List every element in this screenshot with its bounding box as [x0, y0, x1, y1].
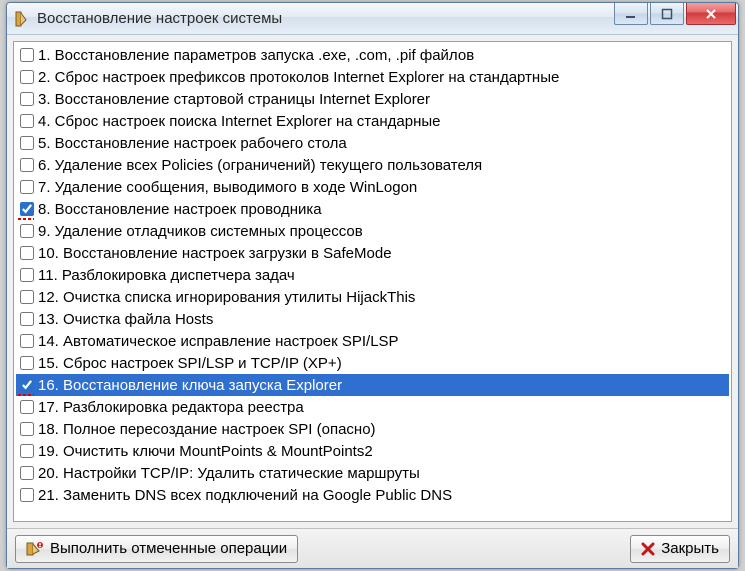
maximize-button[interactable] [650, 3, 684, 25]
item-checkbox[interactable] [20, 202, 34, 216]
list-item[interactable]: 17. Разблокировка редактора реестра [16, 396, 729, 418]
item-checkbox[interactable] [20, 466, 34, 480]
item-checkbox[interactable] [20, 444, 34, 458]
item-label: 15. Сброс настроек SPI/LSP и TCP/IP (XP+… [38, 355, 342, 372]
list-item[interactable]: 6. Удаление всех Policies (ограничений) … [16, 154, 729, 176]
list-item[interactable]: 2. Сброс настроек префиксов протоколов I… [16, 66, 729, 88]
list-item[interactable]: 10. Восстановление настроек загрузки в S… [16, 242, 729, 264]
item-label: 17. Разблокировка редактора реестра [38, 399, 304, 416]
list-item[interactable]: 9. Удаление отладчиков системных процесс… [16, 220, 729, 242]
window-buttons [614, 3, 738, 34]
item-label: 8. Восстановление настроек проводника [38, 201, 322, 218]
item-checkbox[interactable] [20, 70, 34, 84]
item-checkbox[interactable] [20, 378, 34, 392]
list-item[interactable]: 5. Восстановление настроек рабочего стол… [16, 132, 729, 154]
list-item[interactable]: 3. Восстановление стартовой страницы Int… [16, 88, 729, 110]
close-window-button[interactable] [686, 3, 736, 25]
execute-icon [26, 541, 44, 557]
item-checkbox[interactable] [20, 114, 34, 128]
list-item[interactable]: 4. Сброс настроек поиска Internet Explor… [16, 110, 729, 132]
item-checkbox[interactable] [20, 422, 34, 436]
close-button-label: Закрыть [661, 540, 719, 557]
item-label: 2. Сброс настроек префиксов протоколов I… [38, 69, 559, 86]
close-icon [641, 542, 655, 556]
item-checkbox[interactable] [20, 488, 34, 502]
item-checkbox[interactable] [20, 158, 34, 172]
item-label: 13. Очистка файла Hosts [38, 311, 213, 328]
item-label: 11. Разблокировка диспетчера задач [38, 267, 295, 284]
list-item[interactable]: 1. Восстановление параметров запуска .ex… [16, 44, 729, 66]
item-checkbox[interactable] [20, 246, 34, 260]
item-checkbox[interactable] [20, 400, 34, 414]
list-item[interactable]: 15. Сброс настроек SPI/LSP и TCP/IP (XP+… [16, 352, 729, 374]
settings-list[interactable]: 1. Восстановление параметров запуска .ex… [13, 41, 732, 522]
minimize-button[interactable] [614, 3, 648, 25]
list-item[interactable]: 14. Автоматическое исправление настроек … [16, 330, 729, 352]
item-label: 7. Удаление сообщения, выводимого в ходе… [38, 179, 417, 196]
list-item[interactable]: 18. Полное пересоздание настроек SPI (оп… [16, 418, 729, 440]
item-label: 3. Восстановление стартовой страницы Int… [38, 91, 430, 108]
list-item[interactable]: 19. Очистить ключи MountPoints & MountPo… [16, 440, 729, 462]
list-item[interactable]: 16. Восстановление ключа запуска Explore… [16, 374, 729, 396]
item-checkbox[interactable] [20, 136, 34, 150]
item-checkbox[interactable] [20, 356, 34, 370]
item-label: 12. Очистка списка игнорирования утилиты… [38, 289, 415, 306]
list-item[interactable]: 21. Заменить DNS всех подключений на Goo… [16, 484, 729, 506]
item-checkbox[interactable] [20, 224, 34, 238]
item-label: 19. Очистить ключи MountPoints & MountPo… [38, 443, 373, 460]
list-item[interactable]: 12. Очистка списка игнорирования утилиты… [16, 286, 729, 308]
app-icon [13, 10, 31, 28]
list-item[interactable]: 8. Восстановление настроек проводника [16, 198, 729, 220]
item-label: 4. Сброс настроек поиска Internet Explor… [38, 113, 440, 130]
item-label: 14. Автоматическое исправление настроек … [38, 333, 399, 350]
item-label: 16. Восстановление ключа запуска Explore… [38, 377, 342, 394]
item-label: 21. Заменить DNS всех подключений на Goo… [38, 487, 452, 504]
footer: Выполнить отмеченные операции Закрыть [7, 528, 738, 568]
item-checkbox[interactable] [20, 312, 34, 326]
list-item[interactable]: 7. Удаление сообщения, выводимого в ходе… [16, 176, 729, 198]
execute-button-label: Выполнить отмеченные операции [50, 540, 287, 557]
window-title: Восстановление настроек системы [37, 10, 614, 27]
titlebar[interactable]: Восстановление настроек системы [7, 3, 738, 35]
close-button[interactable]: Закрыть [630, 535, 730, 563]
item-checkbox[interactable] [20, 268, 34, 282]
list-item[interactable]: 11. Разблокировка диспетчера задач [16, 264, 729, 286]
item-checkbox[interactable] [20, 92, 34, 106]
item-label: 1. Восстановление параметров запуска .ex… [38, 47, 474, 64]
item-checkbox[interactable] [20, 48, 34, 62]
item-label: 6. Удаление всех Policies (ограничений) … [38, 157, 482, 174]
item-label: 18. Полное пересоздание настроек SPI (оп… [38, 421, 376, 438]
item-checkbox[interactable] [20, 334, 34, 348]
list-item[interactable]: 20. Настройки TCP/IP: Удалить статически… [16, 462, 729, 484]
execute-button[interactable]: Выполнить отмеченные операции [15, 535, 298, 563]
system-restore-window: Восстановление настроек системы 1. Восст… [6, 2, 739, 569]
list-item[interactable]: 13. Очистка файла Hosts [16, 308, 729, 330]
item-label: 20. Настройки TCP/IP: Удалить статически… [38, 465, 420, 482]
item-checkbox[interactable] [20, 180, 34, 194]
item-label: 10. Восстановление настроек загрузки в S… [38, 245, 392, 262]
item-checkbox[interactable] [20, 290, 34, 304]
item-label: 5. Восстановление настроек рабочего стол… [38, 135, 347, 152]
item-label: 9. Удаление отладчиков системных процесс… [38, 223, 363, 240]
